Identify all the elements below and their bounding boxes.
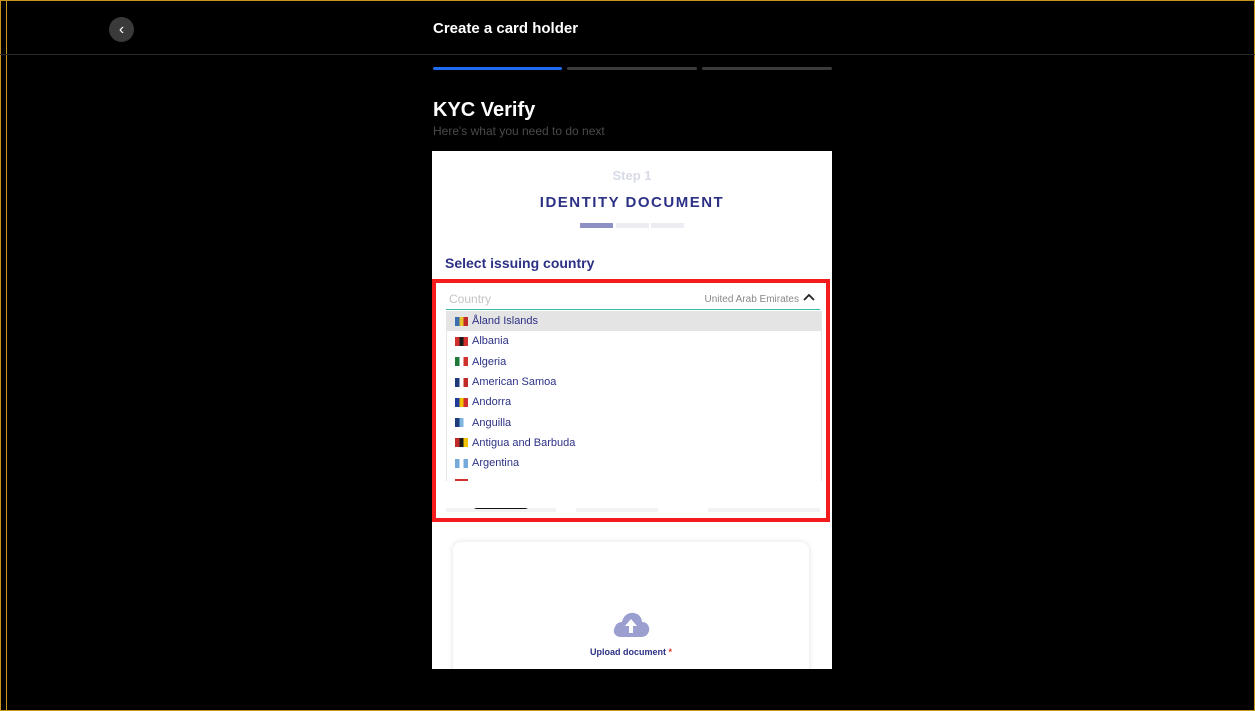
page-subtitle: Here's what you need to do next — [433, 124, 605, 138]
page-title: KYC Verify — [433, 99, 536, 121]
upload-document-label: Upload document * — [453, 647, 809, 657]
top-header: ‹ Create a card holder — [0, 0, 1255, 55]
page-header-title: Create a card holder — [433, 20, 579, 37]
dropdown-highlight-box — [432, 279, 830, 522]
back-button[interactable]: ‹ — [109, 17, 134, 42]
substep-indicator-1 — [580, 223, 613, 228]
progress-step-3 — [702, 67, 832, 70]
progress-step-2 — [567, 67, 697, 70]
substep-indicator-3 — [651, 223, 684, 228]
section-title: IDENTITY DOCUMENT — [539, 194, 725, 211]
window-frame-left-edge — [6, 0, 7, 711]
required-mark: * — [668, 647, 673, 657]
upload-document-card[interactable]: Upload document * — [453, 542, 809, 669]
cloud-upload-icon — [613, 612, 650, 637]
step-label: Step 1 — [612, 168, 652, 183]
chevron-left-icon: ‹ — [118, 20, 125, 38]
substep-indicator-2 — [616, 223, 649, 228]
upload-label-text: Upload document — [589, 647, 666, 657]
progress-step-1 — [433, 67, 562, 70]
select-country-label: Select issuing country — [445, 255, 595, 271]
